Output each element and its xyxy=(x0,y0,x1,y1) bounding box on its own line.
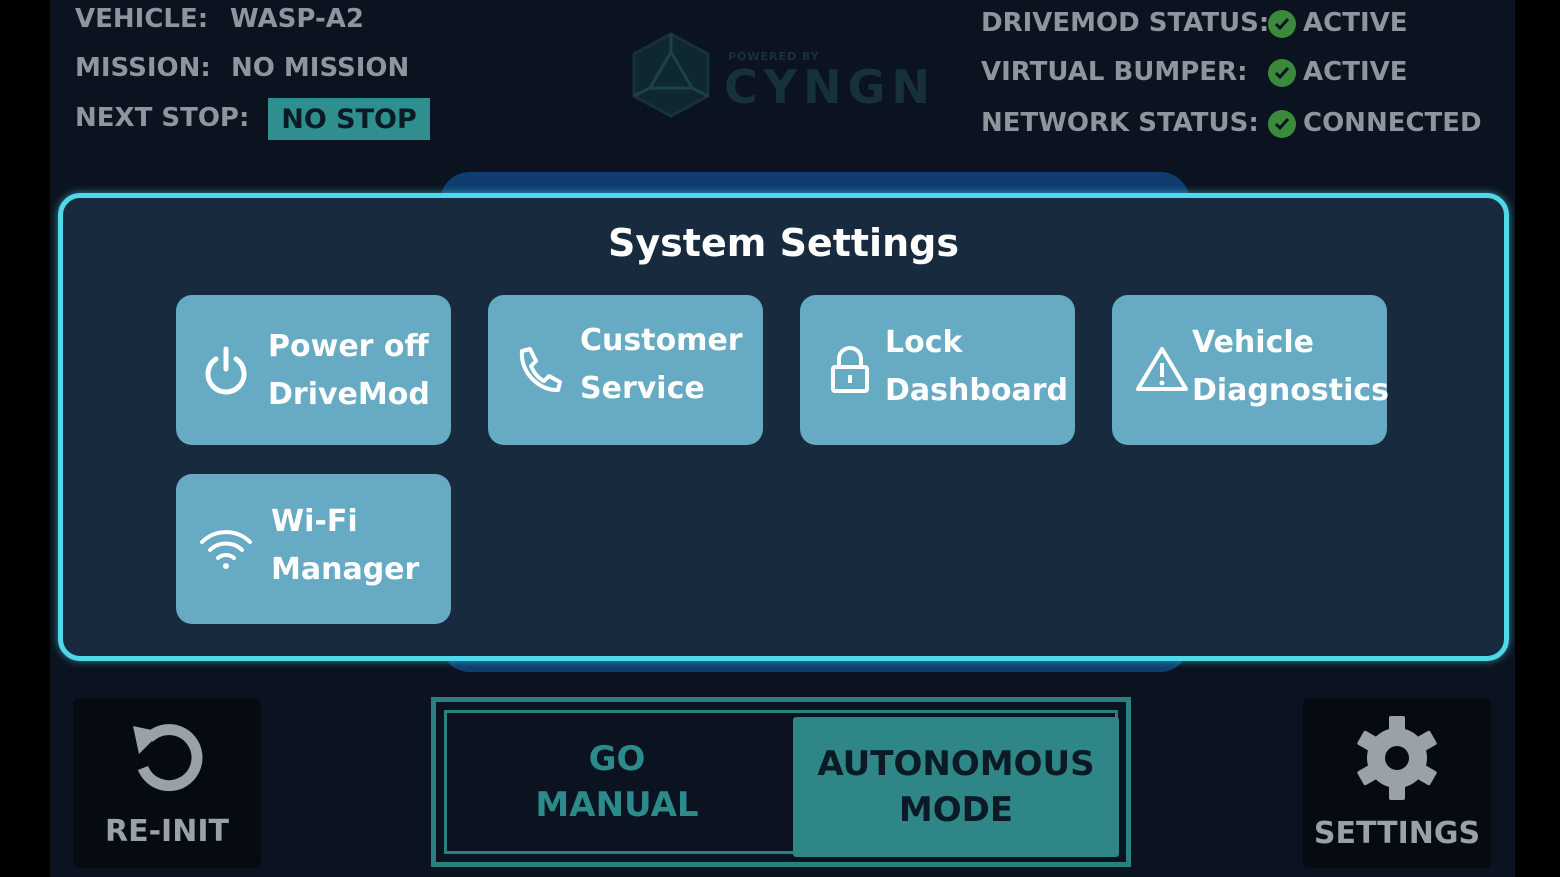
mission-value: NO MISSION xyxy=(231,53,410,83)
next-stop-label: NEXT STOP: xyxy=(75,103,250,133)
logo-wordmark: CYNGN xyxy=(724,60,936,114)
settings-label: SETTINGS xyxy=(1313,816,1481,851)
tile-label-line2: Dashboard xyxy=(885,373,1068,408)
tile-label-line2: Diagnostics xyxy=(1192,373,1389,408)
drivemod-status-value: ACTIVE xyxy=(1303,8,1408,38)
phone-icon xyxy=(519,347,562,392)
vehicle-diagnostics-button[interactable]: Vehicle Diagnostics xyxy=(1112,295,1389,445)
tile-label: Customer Service xyxy=(580,317,743,413)
drive-mode-toggle: GO MANUAL AUTONOMOUS MODE xyxy=(431,697,1131,867)
tile-label-line1: Customer xyxy=(580,323,743,358)
lock-icon xyxy=(831,346,869,393)
autonomous-mode-button[interactable]: AUTONOMOUS MODE xyxy=(793,717,1119,857)
re-init-label: RE-INIT xyxy=(105,814,229,849)
tile-label-line1: Power off xyxy=(268,329,429,364)
autonomous-line2: MODE xyxy=(898,790,1014,830)
go-manual-line1: GO xyxy=(588,739,646,779)
mode-toggle-inner: GO MANUAL AUTONOMOUS MODE xyxy=(444,710,1119,857)
cyngn-logo: POWERED BY CYNGN xyxy=(628,30,938,120)
network-status-value: CONNECTED xyxy=(1303,108,1482,138)
warning-icon xyxy=(1136,347,1188,391)
tile-label-line1: Vehicle xyxy=(1192,325,1314,360)
tile-label-line2: Manager xyxy=(271,552,420,587)
re-init-button[interactable]: RE-INIT xyxy=(73,698,261,868)
check-circle-icon xyxy=(1268,110,1296,138)
check-circle-icon xyxy=(1268,10,1296,38)
tile-label: Vehicle Diagnostics xyxy=(1192,319,1389,415)
virtual-bumper-label: VIRTUAL BUMPER: xyxy=(981,57,1248,87)
tile-label-line2: DriveMod xyxy=(268,377,430,412)
vehicle-value: WASP-A2 xyxy=(230,4,364,34)
go-manual-button[interactable]: GO MANUAL xyxy=(447,713,787,851)
customer-service-button[interactable]: Customer Service xyxy=(488,295,763,445)
mission-label: MISSION: xyxy=(75,53,211,83)
gear-icon xyxy=(1357,716,1437,800)
tile-label-line2: Service xyxy=(580,371,705,406)
vehicle-label: VEHICLE: xyxy=(75,4,209,34)
tile-label: Lock Dashboard xyxy=(885,319,1068,415)
check-circle-icon xyxy=(1268,59,1296,87)
refresh-icon xyxy=(133,724,203,792)
wifi-icon xyxy=(200,530,252,569)
power-icon xyxy=(205,346,247,395)
autonomous-line1: AUTONOMOUS xyxy=(817,744,1095,784)
system-settings-dialog: System Settings Power off DriveMod Custo… xyxy=(58,193,1509,661)
tile-label: Power off DriveMod xyxy=(268,323,430,419)
tile-label: Wi-Fi Manager xyxy=(271,498,419,594)
go-manual-line2: MANUAL xyxy=(535,785,699,825)
network-status-label: NETWORK STATUS: xyxy=(981,108,1259,138)
next-stop-badge: NO STOP xyxy=(268,98,430,140)
drivemod-status-label: DRIVEMOD STATUS: xyxy=(981,8,1270,38)
lock-dashboard-button[interactable]: Lock Dashboard xyxy=(800,295,1075,445)
logo-gem-icon xyxy=(632,32,710,118)
dashboard-screen: VEHICLE: WASP-A2 MISSION: NO MISSION NEX… xyxy=(50,0,1515,877)
power-off-drivemod-button[interactable]: Power off DriveMod xyxy=(176,295,451,445)
wifi-manager-button[interactable]: Wi-Fi Manager xyxy=(176,474,451,624)
dialog-title: System Settings xyxy=(608,221,959,265)
settings-button[interactable]: SETTINGS xyxy=(1303,698,1491,868)
virtual-bumper-value: ACTIVE xyxy=(1303,57,1408,87)
tile-label-line1: Wi-Fi xyxy=(271,504,358,539)
tile-label-line1: Lock xyxy=(885,325,963,360)
